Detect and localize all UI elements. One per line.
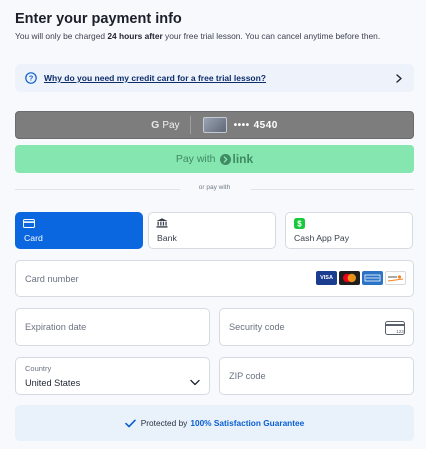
chevron-down-icon: [190, 373, 200, 386]
card-icon: [23, 218, 35, 228]
saved-card-icon: [202, 117, 227, 133]
card-number-placeholder: Card number: [25, 274, 79, 284]
country-value: United States: [25, 378, 81, 388]
gpay-separator: [189, 116, 191, 134]
faq-link-text[interactable]: Why do you need my credit card for a fre…: [44, 73, 394, 83]
chevron-right-icon: [394, 73, 404, 83]
svg-text:123: 123: [396, 329, 404, 334]
google-pay-logo: G Pay: [151, 119, 179, 131]
mastercard-icon: [339, 271, 360, 285]
svg-text:?: ?: [29, 74, 34, 83]
checkmark-icon: [124, 418, 136, 428]
bank-icon: [156, 218, 168, 228]
tab-cash-app-pay[interactable]: $ Cash App Pay: [285, 212, 413, 249]
country-label: Country: [25, 364, 52, 373]
cvc-card-icon: 123: [385, 321, 405, 335]
expiration-date-field[interactable]: Expiration date: [15, 308, 210, 346]
expiration-placeholder: Expiration date: [25, 322, 87, 332]
desc-text: You will only be charged: [15, 31, 108, 41]
zip-placeholder: ZIP code: [229, 371, 266, 381]
tab-bank-label: Bank: [157, 233, 177, 243]
desc-bold-text: 24 hours after: [107, 31, 163, 41]
question-circle-icon: ?: [25, 72, 37, 84]
credit-card-faq[interactable]: ? Why do you need my credit card for a f…: [15, 64, 414, 92]
tab-card[interactable]: Card: [15, 212, 143, 249]
security-code-placeholder: Security code: [229, 322, 285, 332]
tab-card-label: Card: [24, 233, 43, 243]
or-pay-with-divider: or pay with: [15, 184, 414, 194]
visa-icon: VISA: [316, 271, 337, 285]
card-number-field[interactable]: Card number VISA: [15, 260, 414, 297]
card-masked-dots: ••••: [233, 119, 250, 131]
amex-icon: [362, 271, 383, 285]
card-brand-logos: VISA: [316, 271, 406, 285]
google-g-icon: G: [151, 119, 160, 131]
desc-text-end: your free trial lesson. You can cancel a…: [162, 31, 381, 41]
discover-icon: [385, 271, 406, 285]
tab-bank[interactable]: Bank: [148, 212, 276, 249]
link-arrow-icon: [219, 153, 231, 165]
cashapp-icon: $: [293, 217, 305, 229]
svg-text:$: $: [297, 219, 302, 228]
protected-by-text: Protected by: [140, 418, 188, 428]
zip-code-field[interactable]: ZIP code: [219, 357, 414, 395]
security-code-field[interactable]: Security code 123: [219, 308, 414, 346]
link-brand-label: link: [232, 152, 254, 166]
pay-with-link-button[interactable]: Pay with link: [15, 145, 414, 173]
card-last4: 4540: [253, 119, 278, 131]
satisfaction-guarantee-link[interactable]: 100% Satisfaction Guarantee: [190, 418, 304, 428]
satisfaction-guarantee-banner: Protected by 100% Satisfaction Guarantee: [15, 405, 414, 441]
pay-with-label: Pay with: [175, 153, 216, 165]
country-select[interactable]: Country United States: [15, 357, 210, 395]
page-title: Enter your payment info: [15, 11, 182, 27]
or-pay-with-text: or pay with: [198, 184, 231, 191]
tab-cash-app-pay-label: Cash App Pay: [294, 233, 350, 243]
google-pay-button[interactable]: G Pay •••• 4540: [15, 111, 414, 139]
google-pay-label: Pay: [162, 119, 180, 131]
payment-description: You will only be charged 24 hours after …: [15, 30, 413, 43]
